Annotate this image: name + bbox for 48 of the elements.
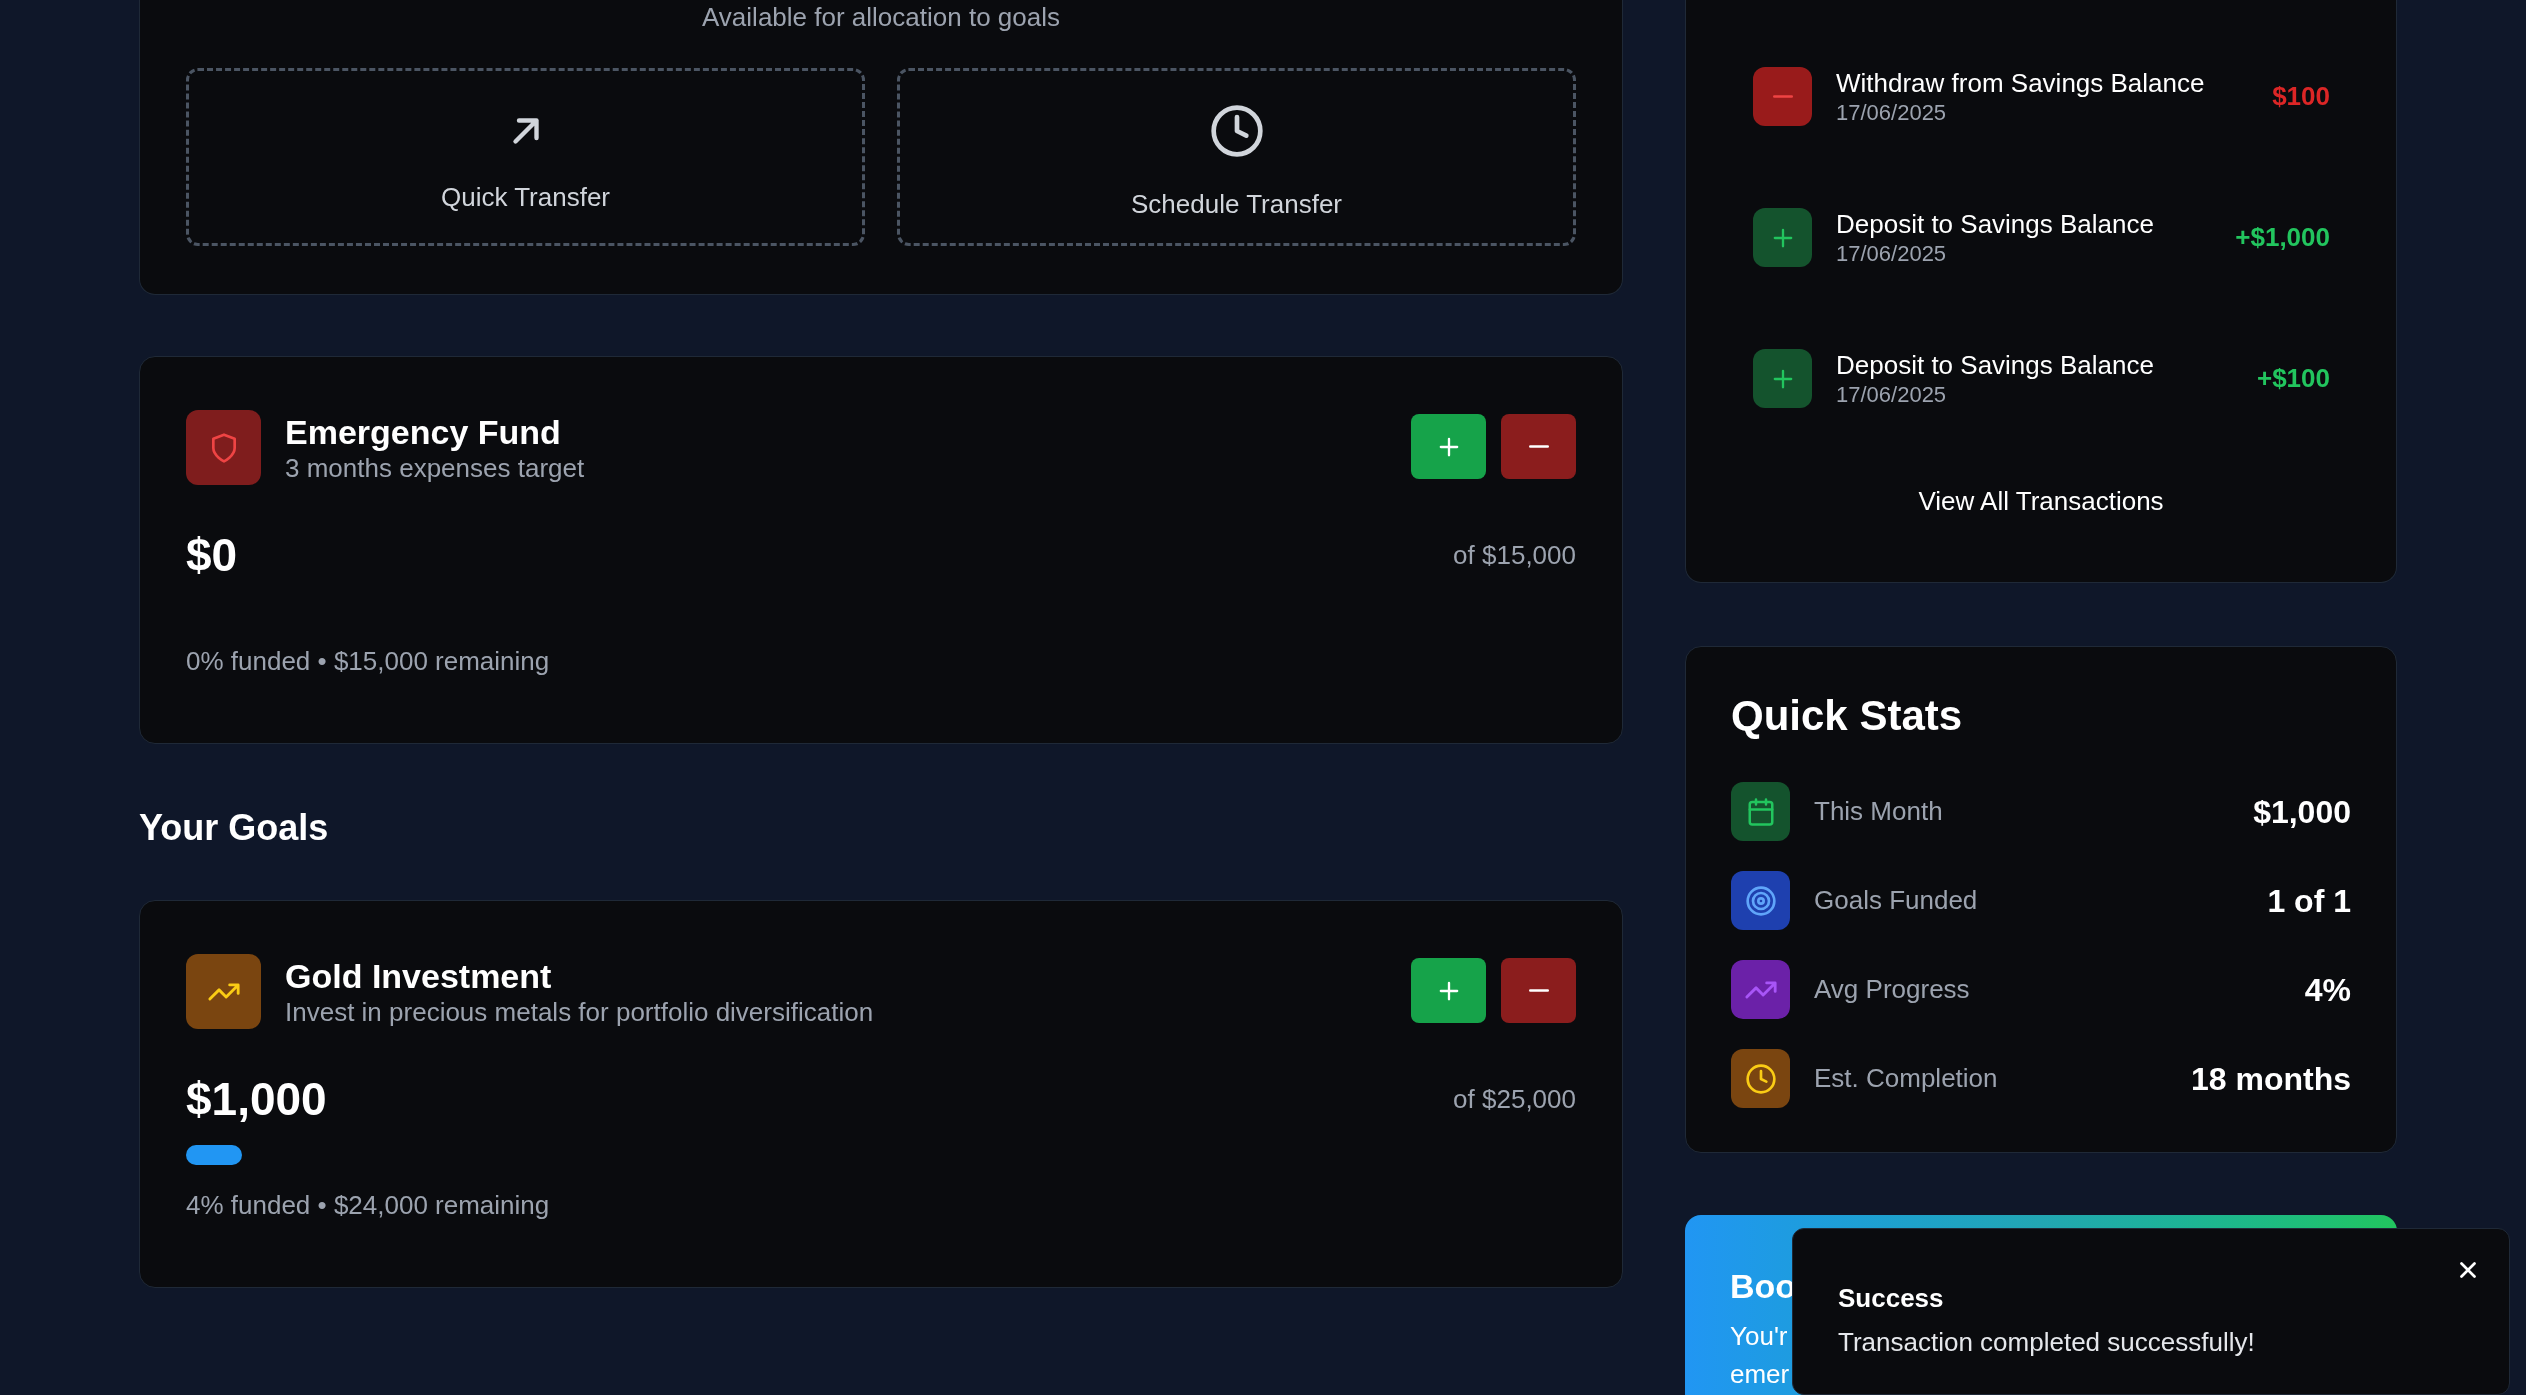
transaction-title: Deposit to Savings Balance	[1836, 207, 2155, 240]
goal-amount: $0	[186, 528, 238, 583]
stat-label: Avg Progress	[1814, 973, 1971, 1006]
goal-title: Gold Investment	[285, 956, 553, 996]
stat-value: 18 months	[2190, 1059, 2351, 1099]
transaction-date: 17/06/2025	[1836, 380, 1948, 409]
transfer-button[interactable]: Schedule Transfer	[897, 68, 1576, 246]
stat-label: Est. Completion	[1814, 1062, 1999, 1095]
goal-target: of $25,000	[1453, 1082, 1576, 1116]
add-button[interactable]	[1411, 414, 1486, 479]
toast-title: Success	[1838, 1282, 1945, 1315]
section-heading: Your Goals	[139, 806, 330, 850]
transaction-title: Deposit to Savings Balance	[1836, 348, 2155, 381]
goal-summary: 4% funded • $24,000 remaining	[186, 1189, 551, 1221]
calendar-icon	[1745, 796, 1776, 827]
transaction-amount: $100	[2272, 80, 2330, 113]
stat-value: 1 of 1	[2267, 881, 2351, 921]
goal-target: of $15,000	[1453, 538, 1576, 572]
transfer-button[interactable]: Quick Transfer	[186, 68, 865, 246]
card-title: Boo	[1730, 1266, 1797, 1307]
transaction-date: 17/06/2025	[1836, 239, 1948, 268]
clock-icon	[1744, 1062, 1777, 1095]
transaction-date: 17/06/2025	[1836, 98, 1948, 127]
withdraw-button[interactable]	[1501, 414, 1576, 479]
view-all-link[interactable]: View All Transactions	[1918, 482, 2164, 521]
minus-icon	[1528, 989, 1549, 992]
toast-message: Transaction completed successfully!	[1838, 1326, 2256, 1359]
minus-icon	[1528, 445, 1549, 448]
stat-label: Goals Funded	[1814, 884, 1979, 917]
goal-subtitle: Invest in precious metals for portfolio diversification	[285, 996, 875, 1028]
goal-subtitle: 3 months expenses target	[285, 452, 586, 484]
panel-title: Quick Stats	[1731, 691, 1964, 741]
stat-value: 4%	[2304, 970, 2351, 1010]
transaction-amount: +$1,000	[2235, 221, 2330, 254]
goal-title: Emergency Fund	[285, 412, 562, 452]
goal-amount: $1,000	[186, 1072, 327, 1127]
stat-label: This Month	[1814, 795, 1944, 828]
stat-value: $1,000	[2253, 792, 2351, 832]
add-button[interactable]	[1411, 958, 1486, 1023]
minus-icon	[1772, 95, 1793, 98]
goal-summary: 0% funded • $15,000 remaining	[186, 645, 551, 677]
card-text: You'r emer	[1730, 1320, 1791, 1391]
target-icon	[1744, 884, 1777, 917]
transaction-title: Withdraw from Savings Balance	[1836, 66, 2206, 99]
clock-icon	[1208, 102, 1265, 159]
caption: Available for allocation to goals	[702, 2, 1060, 32]
transaction-amount: +$100	[2256, 362, 2330, 395]
withdraw-button[interactable]	[1501, 958, 1576, 1023]
